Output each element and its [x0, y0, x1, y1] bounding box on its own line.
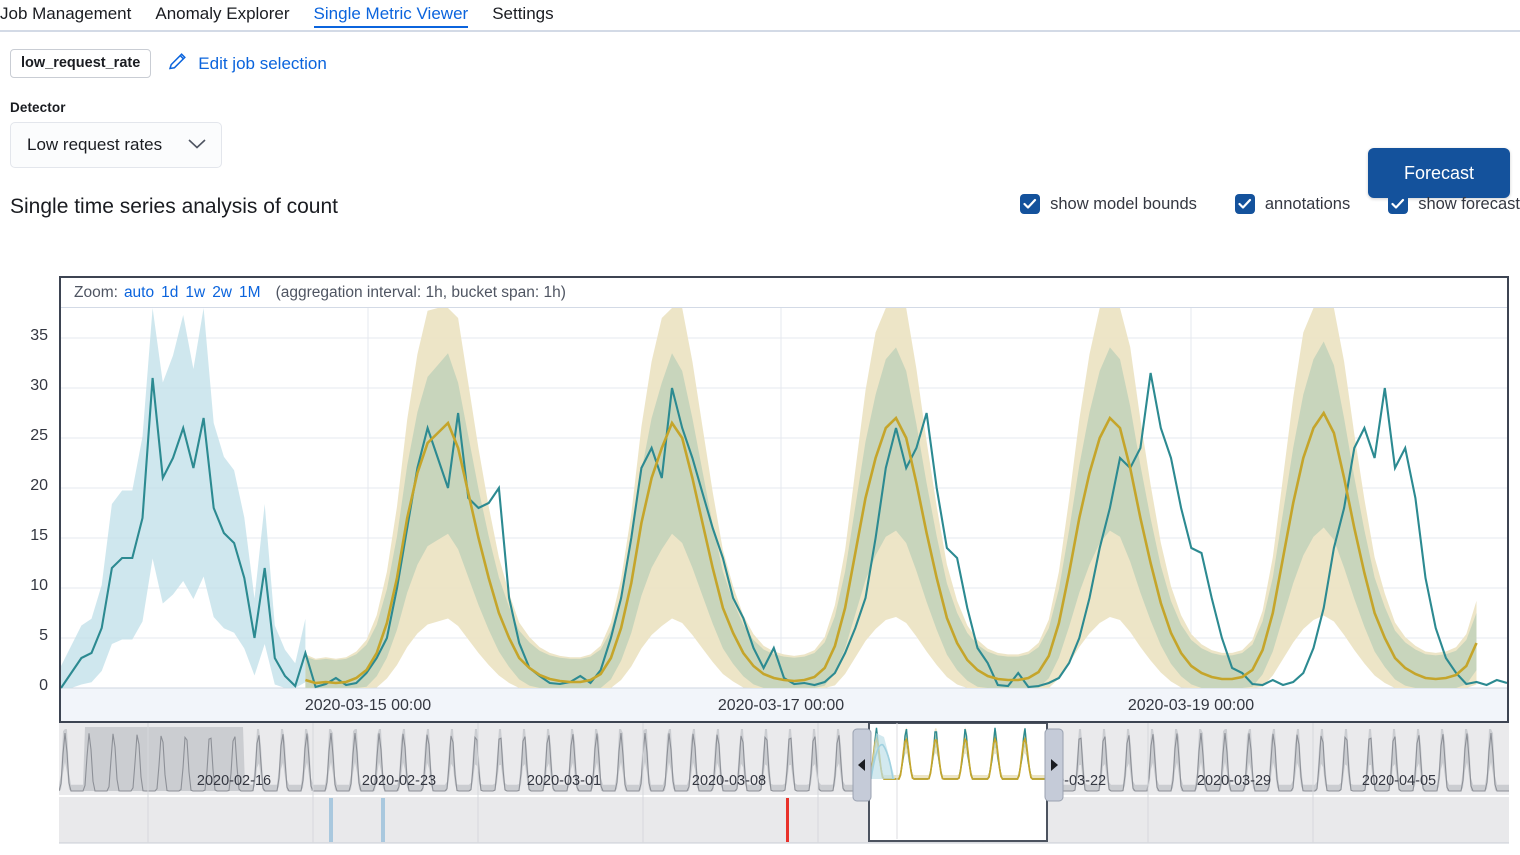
navigator-tick: 2020-04-05 [1362, 773, 1436, 789]
navigator-tick: 2020-03-01 [527, 773, 601, 789]
checkbox-checked-icon[interactable] [1388, 194, 1408, 214]
navigator-handle-right[interactable] [1045, 729, 1063, 801]
y-axis-tick: 25 [30, 427, 48, 445]
forecast-button[interactable]: Forecast [1368, 148, 1510, 198]
toggle-show-model-bounds[interactable]: show model bounds [1020, 194, 1197, 214]
y-axis-tick: 20 [30, 477, 48, 495]
y-axis-tick: 10 [30, 577, 48, 595]
navigator-tick: 2020-02-16 [197, 773, 271, 789]
main-tabbar: Job Management Anomaly Explorer Single M… [0, 0, 1520, 31]
annotation-marker[interactable] [329, 798, 333, 842]
annotation-marker[interactable] [786, 798, 789, 842]
y-axis-tick: 35 [30, 327, 48, 345]
edit-job-selection-button[interactable]: Edit job selection [167, 50, 327, 77]
navigator-plot[interactable]: 2020-02-16 2020-02-23 2020-03-01 2020-03-08… [59, 723, 1509, 845]
checkbox-checked-icon[interactable] [1235, 194, 1255, 214]
y-axis-tick: 30 [30, 377, 48, 395]
zoom-meta-label: (aggregation interval: 1h, bucket span: … [276, 284, 566, 302]
zoom-links: auto 1d 1w 2w 1M [124, 284, 261, 302]
zoom-link-1M[interactable]: 1M [239, 284, 261, 302]
toggle-show-forecast[interactable]: show forecast [1388, 194, 1520, 214]
zoom-link-1d[interactable]: 1d [161, 284, 178, 302]
tab-job-management[interactable]: Job Management [0, 0, 143, 32]
edit-job-selection-label: Edit job selection [198, 54, 327, 74]
y-axis-tick: 0 [39, 677, 48, 695]
toggle-label-show-model-bounds: show model bounds [1050, 195, 1197, 214]
zoom-bar: Zoom: auto 1d 1w 2w 1M (aggregation inte… [61, 278, 1507, 308]
detector-section: Detector Low request rates [0, 78, 1520, 168]
zoom-link-2w[interactable]: 2w [212, 284, 232, 302]
plot-area[interactable]: 2020-03-15 00:00 2020-03-17 00:00 2020-03-… [61, 308, 1507, 721]
tab-anomaly-explorer[interactable]: Anomaly Explorer [143, 0, 301, 32]
y-axis: 0 5 10 15 20 25 30 35 [0, 276, 56, 723]
chart-panel: Zoom: auto 1d 1w 2w 1M (aggregation inte… [59, 276, 1509, 723]
pencil-icon [167, 50, 189, 77]
y-axis-tick: 15 [30, 527, 48, 545]
chart-navigator[interactable]: 2020-02-16 2020-02-23 2020-03-01 2020-03-08… [59, 723, 1509, 845]
toggle-annotations[interactable]: annotations [1235, 194, 1350, 214]
time-series-plot[interactable]: 2020-03-15 00:00 2020-03-17 00:00 2020-03-… [61, 308, 1507, 721]
navigator-tick: 2020-03-29 [1197, 773, 1271, 789]
navigator-tick: 2020-03-08 [692, 773, 766, 789]
detector-select[interactable]: Low request rates [10, 122, 222, 168]
tab-settings[interactable]: Settings [480, 0, 565, 32]
navigator-tick: 2020-02-23 [362, 773, 436, 789]
zoom-label: Zoom: [74, 284, 118, 302]
detector-label: Detector [10, 100, 1520, 115]
job-selection-row: low_request_rate Edit job selection [0, 31, 1520, 78]
annotation-marker[interactable] [381, 798, 385, 842]
x-axis-tick: 2020-03-17 00:00 [718, 697, 844, 714]
chart-header: Single time series analysis of count sho… [0, 192, 1520, 226]
zoom-link-1w[interactable]: 1w [185, 284, 205, 302]
job-badge[interactable]: low_request_rate [10, 49, 151, 78]
checkbox-checked-icon[interactable] [1020, 194, 1040, 214]
navigator-handle-left[interactable] [853, 729, 871, 801]
x-axis-tick: 2020-03-15 00:00 [305, 697, 431, 714]
chart-toggles: show model bounds annotations show forec… [1020, 194, 1520, 214]
detector-selected-value: Low request rates [27, 135, 162, 155]
x-axis-tick: 2020-03-19 00:00 [1128, 697, 1254, 714]
chevron-down-icon [187, 135, 207, 155]
tab-single-metric-viewer[interactable]: Single Metric Viewer [302, 0, 481, 32]
toggle-label-annotations: annotations [1265, 195, 1350, 214]
zoom-link-auto[interactable]: auto [124, 284, 154, 302]
y-axis-tick: 5 [39, 627, 48, 645]
toggle-label-show-forecast: show forecast [1418, 195, 1520, 214]
